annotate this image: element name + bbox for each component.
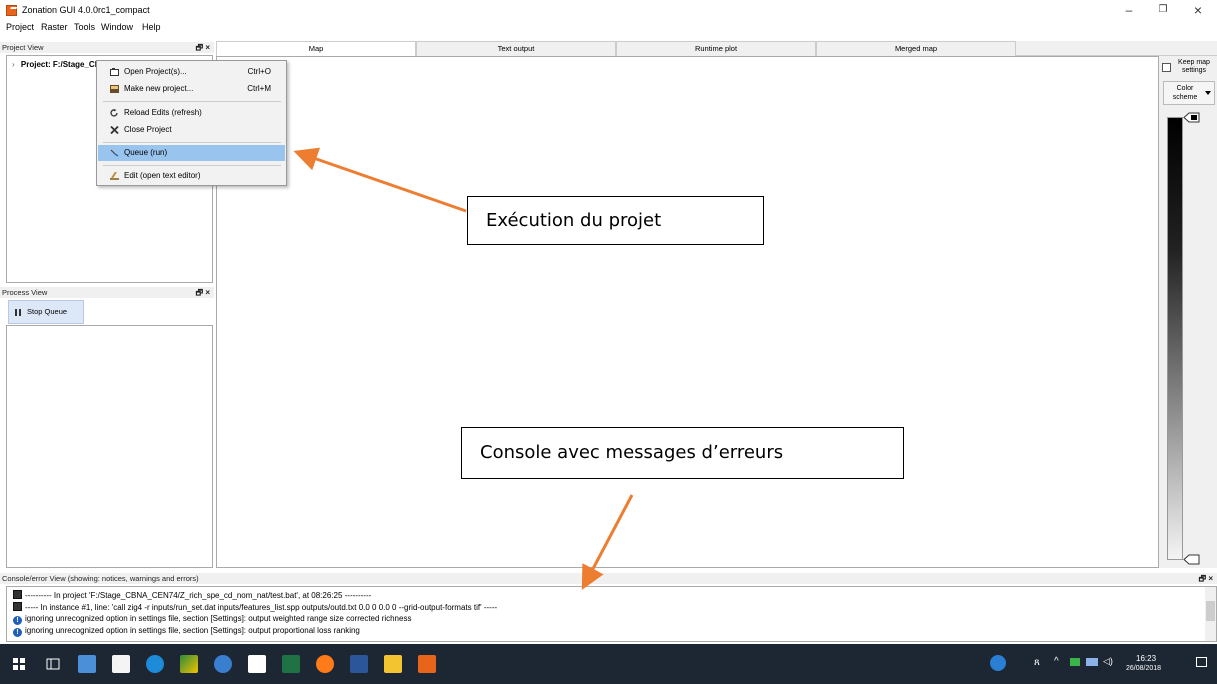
system-tray: ጸ ^ ◁) 16:23 26/08/2018 xyxy=(990,644,1217,684)
network-icon[interactable] xyxy=(1070,658,1080,666)
battery-icon[interactable] xyxy=(1086,658,1098,666)
media-player-icon[interactable] xyxy=(214,655,232,673)
file-explorer-icon[interactable] xyxy=(384,655,402,673)
word-icon[interactable] xyxy=(350,655,368,673)
volume-icon[interactable]: ◁) xyxy=(1103,656,1113,667)
notification-icon[interactable] xyxy=(1196,657,1207,667)
firefox-icon[interactable] xyxy=(316,655,334,673)
clock-time[interactable]: 16:23 xyxy=(1136,654,1156,663)
chevron-up-icon[interactable]: ^ xyxy=(1054,656,1059,667)
windows-start-icon[interactable] xyxy=(10,655,28,673)
ie-browser-icon[interactable] xyxy=(146,655,164,673)
clock-date[interactable]: 26/08/2018 xyxy=(1126,665,1161,672)
help-icon[interactable] xyxy=(990,655,1006,671)
notepad-icon[interactable] xyxy=(112,655,130,673)
qgis-icon[interactable] xyxy=(180,655,198,673)
task-view-icon[interactable] xyxy=(44,655,62,673)
people-icon[interactable]: ጸ xyxy=(1034,657,1040,668)
arrow-to-console xyxy=(581,494,634,590)
arrow-to-queue-run xyxy=(293,147,467,213)
mail-icon[interactable] xyxy=(248,655,266,673)
excel-icon[interactable] xyxy=(282,655,300,673)
paint-app-icon[interactable] xyxy=(78,655,96,673)
annotation-arrows xyxy=(293,147,634,590)
zonation-taskbar-icon[interactable] xyxy=(418,655,436,673)
